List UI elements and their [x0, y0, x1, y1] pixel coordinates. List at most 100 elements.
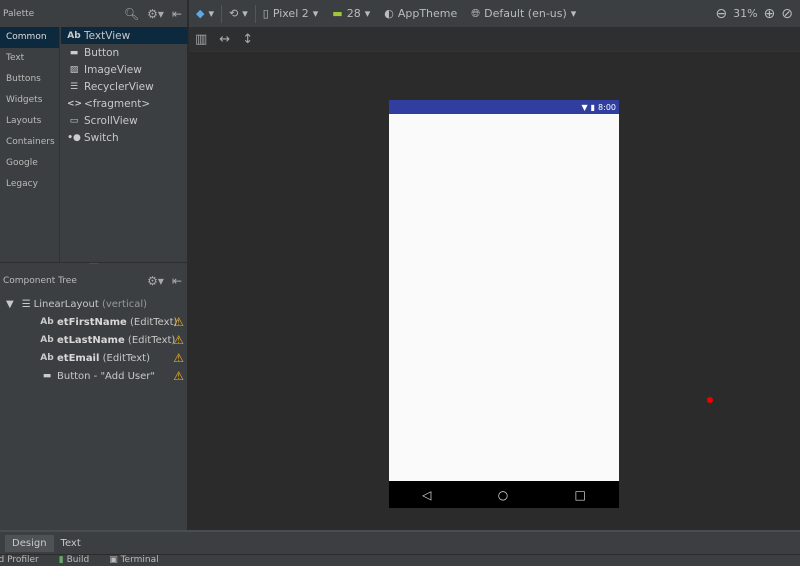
palette-item-fragment[interactable]: <> <fragment>	[61, 95, 188, 112]
palette-item-recyclerview[interactable]: ☰ RecyclerView	[61, 78, 188, 95]
linearlayout-icon: ☰	[21, 298, 31, 310]
category-containers[interactable]: Containers	[0, 132, 59, 153]
category-buttons[interactable]: Buttons	[0, 69, 59, 90]
category-widgets[interactable]: Widgets	[0, 90, 59, 111]
home-icon: ○	[497, 487, 509, 502]
vertical-resize-icon[interactable]: ↕	[242, 32, 253, 47]
item-label: ScrollView	[84, 114, 138, 127]
wifi-icon: ▼	[581, 102, 588, 112]
build-icon: ▮	[58, 555, 64, 565]
tree-node-etfirstname[interactable]: Ab etFirstName (EditText) ⚠	[0, 313, 188, 331]
gear-icon[interactable]: ⚙▾	[147, 7, 164, 21]
scrollview-icon: ▭	[69, 115, 79, 126]
edittext-icon: Ab	[40, 335, 54, 345]
button-icon: ▬	[69, 47, 79, 58]
orientation-button[interactable]: ⟲ ▾	[222, 7, 255, 20]
palette-item-switch[interactable]: •● Switch	[61, 129, 188, 146]
phone-preview[interactable]: ▼ ▮ 8:00 ◁ ○ □	[389, 100, 619, 508]
battery-icon: ▮	[590, 102, 596, 112]
layers-button[interactable]: ◆ ▾	[189, 7, 221, 20]
category-layouts[interactable]: Layouts	[0, 111, 59, 132]
palette-header: Palette 🔍︎ ⚙▾ ⇤	[0, 0, 188, 27]
terminal-label: Terminal	[120, 555, 159, 565]
node-type: (EditText)	[102, 352, 151, 364]
category-text[interactable]: Text	[0, 48, 59, 69]
device-dropdown[interactable]: ▯ Pixel 2 ▾	[256, 7, 326, 20]
palette-categories: Common Text Buttons Widgets Layouts Cont…	[0, 27, 60, 262]
list-icon: ☰	[69, 81, 79, 92]
palette-item-imageview[interactable]: ▨ ImageView	[61, 61, 188, 78]
button-icon: ▬	[42, 371, 52, 381]
rotate-icon: ⟲	[229, 7, 239, 20]
status-bar: ▼ ▮ 8:00	[389, 100, 619, 114]
item-label: TextView	[84, 29, 131, 42]
locale-dropdown[interactable]: 🌐︎ Default (en-us) ▾	[464, 7, 583, 21]
back-icon: ◁	[422, 487, 432, 502]
edittext-icon: Ab	[40, 353, 54, 363]
editor-tabs: Design Text	[0, 530, 800, 554]
collapse-icon[interactable]: ⇤	[172, 274, 182, 288]
collapse-icon[interactable]: ⇤	[172, 7, 182, 21]
palette-item-textview[interactable]: Ab TextView	[61, 27, 188, 44]
component-tree-title: Component Tree	[3, 276, 77, 286]
category-common[interactable]: Common	[0, 27, 59, 48]
terminal-button[interactable]: ▣ Terminal	[109, 555, 158, 566]
warning-icon[interactable]: ⚠	[173, 369, 184, 383]
api-label: 28	[346, 7, 361, 20]
warning-icon[interactable]: ⚠	[173, 351, 184, 365]
android-icon: ▬	[332, 7, 343, 20]
panel-splitter[interactable]: ·····	[0, 262, 188, 268]
expand-arrow-icon[interactable]: ▼	[6, 299, 14, 310]
warning-icon[interactable]: ⚠	[173, 315, 184, 329]
horizontal-resize-icon[interactable]: ↔	[219, 32, 230, 47]
node-name: etEmail	[57, 352, 100, 364]
build-label: Build	[66, 555, 90, 565]
tab-design[interactable]: Design	[5, 534, 54, 552]
node-name: etLastName	[57, 334, 125, 346]
profiler-button[interactable]: id Profiler	[0, 555, 39, 566]
switch-icon: •●	[67, 132, 81, 143]
left-panel: Palette 🔍︎ ⚙▾ ⇤ Common Text Buttons Widget…	[0, 0, 188, 530]
navigation-bar: ◁ ○ □	[389, 481, 619, 508]
globe-icon: 🌐︎	[471, 6, 481, 20]
panel-toggle-icon[interactable]: ▥	[195, 32, 207, 47]
build-button[interactable]: ▮ Build	[59, 555, 89, 566]
item-label: <fragment>	[84, 97, 151, 110]
category-google[interactable]: Google	[0, 153, 59, 174]
item-label: Switch	[84, 131, 119, 144]
warning-icon[interactable]: ⚠	[173, 333, 184, 347]
tree-node-linearlayout[interactable]: ▼ ☰ LinearLayout (vertical)	[0, 295, 188, 313]
node-type: Button - "Add User"	[57, 370, 155, 382]
locale-label: Default (en-us)	[484, 7, 567, 20]
component-tree-header: Component Tree ⚙▾ ⇤	[0, 270, 188, 292]
category-legacy[interactable]: Legacy	[0, 174, 59, 195]
node-name: LinearLayout	[33, 298, 99, 310]
gear-icon[interactable]: ⚙▾	[147, 274, 164, 288]
api-dropdown[interactable]: ▬ 28 ▾	[325, 7, 377, 20]
zoom-fit-icon[interactable]: ⊘	[781, 6, 793, 22]
tree-node-button[interactable]: ▬ Button - "Add User" ⚠	[0, 367, 188, 385]
zoom-in-icon[interactable]: ⊕	[764, 6, 776, 22]
edittext-icon: Ab	[40, 317, 54, 327]
node-type: (EditText)	[130, 316, 178, 328]
tab-text[interactable]: Text	[54, 535, 88, 552]
code-icon: <>	[67, 98, 83, 109]
theme-label: AppTheme	[397, 7, 458, 20]
palette-item-scrollview[interactable]: ▭ ScrollView	[61, 112, 188, 129]
tree-node-etlastname[interactable]: Ab etLastName (EditText) ⚠	[0, 331, 188, 349]
terminal-icon: ▣	[109, 555, 118, 565]
palette-items: Ab TextView ▬ Button ▨ ImageView ☰ RecyclerV…	[61, 27, 188, 146]
item-label: RecyclerView	[84, 80, 154, 93]
recents-icon: □	[574, 487, 586, 502]
item-label: Button	[84, 46, 120, 59]
design-toolbar: ◆ ▾ ⟲ ▾ ▯ Pixel 2 ▾ ▬ 28 ▾ ◐ AppTheme 🌐︎ Default…	[189, 0, 800, 27]
status-time: 8:00	[598, 102, 616, 112]
theme-button[interactable]: ◐ AppTheme	[377, 7, 464, 20]
palette-item-button[interactable]: ▬ Button	[61, 44, 188, 61]
red-indicator-dot	[707, 397, 713, 403]
node-name: etFirstName	[57, 316, 127, 328]
zoom-level: 31%	[733, 7, 758, 20]
tree-node-etemail[interactable]: Ab etEmail (EditText) ⚠	[0, 349, 188, 367]
zoom-out-icon[interactable]: ⊖	[715, 6, 727, 22]
search-icon[interactable]: 🔍︎	[124, 7, 139, 21]
